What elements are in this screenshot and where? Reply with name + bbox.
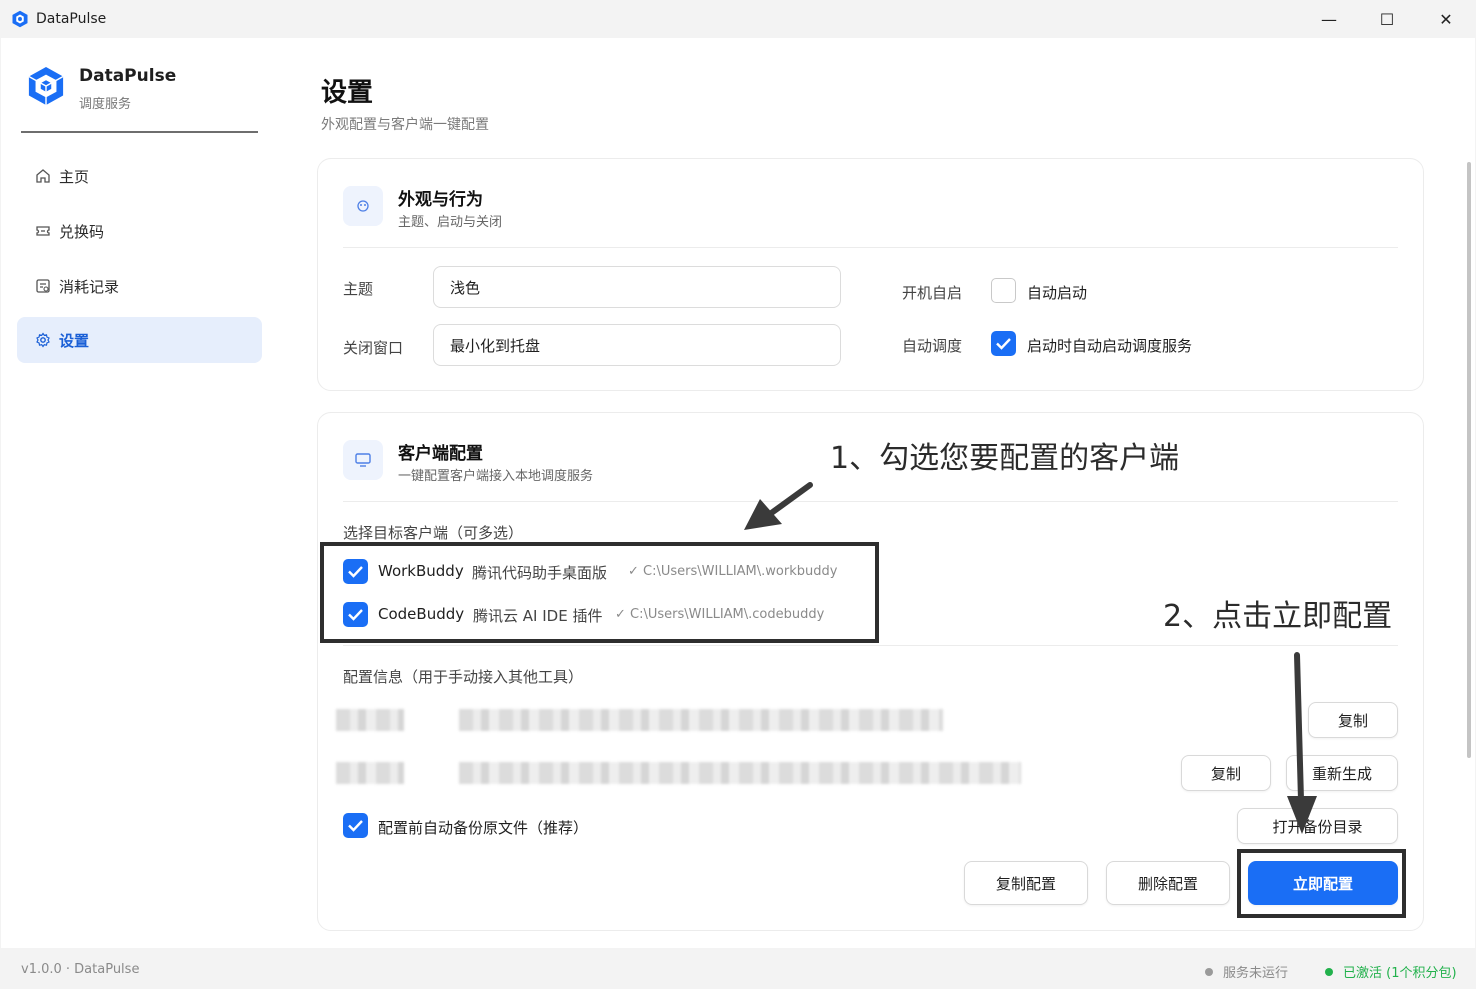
service-status-text: 服务未运行 [1223, 966, 1289, 981]
scrollbar[interactable] [1467, 162, 1471, 758]
open-backup-folder-label: 打开备份目录 [1272, 817, 1363, 836]
auto-start-checkbox[interactable] [991, 278, 1016, 303]
card-divider [343, 645, 1398, 646]
sidebar-item-label: 兑换码 [59, 222, 105, 241]
copy-button-2[interactable]: 复制 [1181, 755, 1271, 791]
select-clients-label: 选择目标客户端（可多选） [343, 524, 524, 542]
brand-logo-icon [28, 67, 64, 105]
checkmark-icon [996, 338, 1011, 350]
copy-config-label: 复制配置 [995, 874, 1056, 893]
auto-schedule-text: 启动时自动启动调度服务 [1027, 337, 1193, 355]
copy-button[interactable]: 复制 [1308, 702, 1398, 738]
client-card-subtitle: 一键配置客户端接入本地调度服务 [398, 469, 594, 484]
sidebar-item-label: 设置 [59, 331, 90, 350]
maximize-icon: ☐ [1379, 9, 1395, 29]
sidebar-item-records[interactable]: 消耗记录 [17, 263, 262, 309]
sidebar-item-settings[interactable]: 设置 [17, 317, 262, 363]
config-info-label: 配置信息（用于手动接入其他工具） [343, 668, 584, 686]
page-title: 设置 [321, 78, 374, 108]
appearance-card: 外观与行为 主题、启动与关闭 主题 浅色 关闭窗口 最小化到托盘 开机自启 自动… [317, 158, 1424, 391]
regenerate-button[interactable]: 重新生成 [1286, 755, 1398, 791]
redacted-field-label [336, 709, 404, 731]
close-button[interactable]: ✕ [1417, 0, 1475, 38]
minimize-icon: — [1321, 9, 1337, 29]
appearance-card-icon [343, 186, 383, 226]
delete-config-label: 删除配置 [1137, 874, 1198, 893]
service-status: 服务未运行 [1205, 962, 1288, 981]
close-window-select-value: 最小化到托盘 [450, 336, 541, 355]
regenerate-button-label: 重新生成 [1311, 764, 1372, 783]
service-status-dot-icon [1205, 968, 1213, 976]
theme-label: 主题 [343, 280, 374, 298]
window-title: DataPulse [36, 11, 107, 27]
card-divider [343, 501, 1398, 502]
activation-status-dot-icon [1325, 968, 1333, 976]
records-icon [36, 279, 50, 293]
theme-select-value: 浅色 [450, 278, 481, 297]
client-card-icon [343, 440, 383, 480]
sidebar: DataPulse 调度服务 主页 兑换码 消耗记录 设置 [1, 38, 281, 948]
client-card-title: 客户端配置 [398, 444, 483, 464]
redacted-field-value [459, 762, 1021, 784]
brand-subtitle: 调度服务 [79, 97, 132, 112]
delete-config-button[interactable]: 删除配置 [1106, 861, 1230, 905]
annotation-step1: 1、勾选您要配置的客户端 [830, 441, 1180, 476]
appearance-card-title: 外观与行为 [398, 190, 483, 210]
sidebar-item-label: 主页 [59, 167, 90, 186]
copy-button-label: 复制 [1337, 711, 1368, 730]
copy-button-label: 复制 [1210, 764, 1241, 783]
close-window-label: 关闭窗口 [343, 339, 404, 357]
copy-config-button[interactable]: 复制配置 [964, 861, 1088, 905]
auto-schedule-checkbox[interactable] [991, 331, 1016, 356]
monitor-icon [355, 453, 371, 467]
app-logo-icon [12, 10, 28, 28]
sidebar-item-home[interactable]: 主页 [17, 153, 262, 199]
annotation-box-clients [320, 542, 879, 643]
title-bar: DataPulse — ☐ ✕ [0, 0, 1476, 38]
theme-select[interactable]: 浅色 [433, 266, 841, 308]
version-label: v1.0.0 · DataPulse [21, 962, 140, 977]
palette-icon [357, 200, 369, 212]
status-bar: v1.0.0 · DataPulse 服务未运行 已激活 (1个积分包) [0, 948, 1476, 989]
annotation-box-apply [1237, 849, 1406, 918]
annotation-step2: 2、点击立即配置 [1163, 599, 1393, 634]
auto-start-text: 自动启动 [1027, 284, 1088, 302]
activation-status-text: 已激活 (1个积分包) [1343, 966, 1457, 981]
activation-status: 已激活 (1个积分包) [1325, 962, 1457, 981]
minimize-button[interactable]: — [1300, 0, 1358, 38]
maximize-button[interactable]: ☐ [1358, 0, 1416, 38]
sidebar-item-redeem-code[interactable]: 兑换码 [17, 208, 262, 254]
home-icon [36, 169, 50, 183]
close-icon: ✕ [1439, 9, 1453, 29]
brand-divider [21, 131, 258, 133]
redacted-field-value [459, 709, 943, 731]
ticket-icon [36, 226, 50, 236]
brand-name: DataPulse [79, 66, 177, 86]
backup-checkbox-text: 配置前自动备份原文件（推荐） [378, 819, 589, 837]
backup-checkbox[interactable] [343, 813, 368, 838]
card-divider [343, 247, 1398, 248]
auto-schedule-label: 自动调度 [902, 337, 963, 355]
startup-label: 开机自启 [902, 284, 963, 302]
app-window: DataPulse 调度服务 主页 兑换码 消耗记录 设置 设置 外观配置与客户… [1, 38, 1475, 948]
close-window-select[interactable]: 最小化到托盘 [433, 324, 841, 366]
gear-icon [36, 332, 50, 348]
sidebar-item-label: 消耗记录 [59, 277, 120, 296]
main-content: 设置 外观配置与客户端一键配置 外观与行为 主题、启动与关闭 主题 浅色 关闭窗… [301, 38, 1461, 948]
checkmark-icon [348, 820, 363, 832]
redacted-field-label [336, 762, 404, 784]
page-subtitle: 外观配置与客户端一键配置 [321, 117, 489, 133]
appearance-card-subtitle: 主题、启动与关闭 [398, 215, 503, 230]
open-backup-folder-button[interactable]: 打开备份目录 [1237, 808, 1398, 844]
